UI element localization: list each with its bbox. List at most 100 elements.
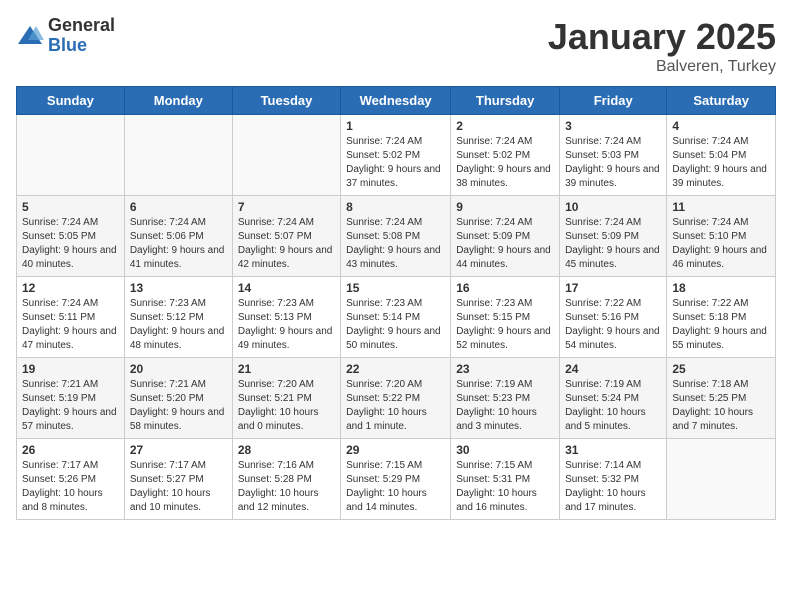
weekday-header-wednesday: Wednesday (341, 87, 451, 115)
day-number: 19 (22, 362, 119, 376)
weekday-header-tuesday: Tuesday (232, 87, 340, 115)
day-number: 11 (672, 200, 770, 214)
day-info: Sunrise: 7:23 AM Sunset: 5:14 PM Dayligh… (346, 298, 441, 351)
day-info: Sunrise: 7:24 AM Sunset: 5:05 PM Dayligh… (22, 217, 117, 270)
calendar-cell: 27Sunrise: 7:17 AM Sunset: 5:27 PM Dayli… (124, 439, 232, 520)
day-number: 30 (456, 443, 554, 457)
day-number: 9 (456, 200, 554, 214)
day-info: Sunrise: 7:24 AM Sunset: 5:07 PM Dayligh… (238, 217, 333, 270)
day-number: 3 (565, 119, 661, 133)
calendar-cell: 31 Sunrise: 7:14 AM Sunset: 5:32 PM Dayli… (560, 439, 667, 520)
page-header: General Blue January 2025 Balveren, Turk… (16, 16, 776, 76)
day-info: Sunrise: 7:23 AM Sunset: 5:15 PM Dayligh… (456, 298, 551, 351)
day-info: Sunrise: 7:24 AM Sunset: 5:03 PM Dayligh… (565, 136, 660, 189)
calendar-cell: 8 Sunrise: 7:24 AM Sunset: 5:08 PM Daylig… (341, 196, 451, 277)
calendar-week-2: 12Sunrise: 7:24 AM Sunset: 5:11 PM Dayli… (17, 277, 776, 358)
day-number: 23 (456, 362, 554, 376)
day-info: Sunrise: 7:24 AM Sunset: 5:08 PM Dayligh… (346, 217, 441, 270)
calendar-cell: 21 Sunrise: 7:20 AM Sunset: 5:21 PM Dayli… (232, 358, 340, 439)
calendar-cell: 2Sunrise: 7:24 AM Sunset: 5:02 PM Daylig… (451, 115, 560, 196)
calendar-cell: 18 Sunrise: 7:22 AM Sunset: 5:18 PM Dayli… (667, 277, 776, 358)
day-number: 14 (238, 281, 335, 295)
day-number: 2 (456, 119, 554, 133)
calendar-week-1: 5 Sunrise: 7:24 AM Sunset: 5:05 PM Daylig… (17, 196, 776, 277)
weekday-header-sunday: Sunday (17, 87, 125, 115)
calendar-cell: 12Sunrise: 7:24 AM Sunset: 5:11 PM Dayli… (17, 277, 125, 358)
calendar-cell (667, 439, 776, 520)
day-number: 1 (346, 119, 445, 133)
day-number: 5 (22, 200, 119, 214)
day-number: 28 (238, 443, 335, 457)
day-info: Sunrise: 7:24 AM Sunset: 5:10 PM Dayligh… (672, 217, 767, 270)
day-info: Sunrise: 7:19 AM Sunset: 5:24 PM Dayligh… (565, 379, 646, 432)
calendar-cell: 7 Sunrise: 7:24 AM Sunset: 5:07 PM Daylig… (232, 196, 340, 277)
calendar-cell: 23 Sunrise: 7:19 AM Sunset: 5:23 PM Dayli… (451, 358, 560, 439)
day-number: 8 (346, 200, 445, 214)
day-info: Sunrise: 7:14 AM Sunset: 5:32 PM Dayligh… (565, 460, 646, 513)
day-number: 26 (22, 443, 119, 457)
day-number: 7 (238, 200, 335, 214)
calendar-cell (17, 115, 125, 196)
day-number: 17 (565, 281, 661, 295)
calendar-cell: 9 Sunrise: 7:24 AM Sunset: 5:09 PM Daylig… (451, 196, 560, 277)
calendar-cell: 26 Sunrise: 7:17 AM Sunset: 5:26 PM Dayli… (17, 439, 125, 520)
day-info: Sunrise: 7:24 AM Sunset: 5:04 PM Dayligh… (672, 136, 767, 189)
calendar-cell: 5 Sunrise: 7:24 AM Sunset: 5:05 PM Daylig… (17, 196, 125, 277)
day-number: 25 (672, 362, 770, 376)
day-number: 4 (672, 119, 770, 133)
day-number: 29 (346, 443, 445, 457)
weekday-header-friday: Friday (560, 87, 667, 115)
day-info: Sunrise: 7:21 AM Sunset: 5:19 PM Dayligh… (22, 379, 117, 432)
calendar-cell: 25 Sunrise: 7:18 AM Sunset: 5:25 PM Dayli… (667, 358, 776, 439)
title-month: January 2025 (548, 16, 776, 58)
day-number: 21 (238, 362, 335, 376)
day-info: Sunrise: 7:19 AM Sunset: 5:23 PM Dayligh… (456, 379, 537, 432)
day-info: Sunrise: 7:18 AM Sunset: 5:25 PM Dayligh… (672, 379, 753, 432)
title-location: Balveren, Turkey (548, 58, 776, 76)
logo-general: General (48, 16, 115, 36)
day-info: Sunrise: 7:24 AM Sunset: 5:09 PM Dayligh… (565, 217, 660, 270)
day-info: Sunrise: 7:20 AM Sunset: 5:21 PM Dayligh… (238, 379, 319, 432)
day-info: Sunrise: 7:20 AM Sunset: 5:22 PM Dayligh… (346, 379, 427, 432)
calendar-week-3: 19 Sunrise: 7:21 AM Sunset: 5:19 PM Dayli… (17, 358, 776, 439)
calendar-cell: 11 Sunrise: 7:24 AM Sunset: 5:10 PM Dayli… (667, 196, 776, 277)
calendar-cell: 10 Sunrise: 7:24 AM Sunset: 5:09 PM Dayli… (560, 196, 667, 277)
day-number: 18 (672, 281, 770, 295)
day-number: 10 (565, 200, 661, 214)
day-number: 16 (456, 281, 554, 295)
logo-blue: Blue (48, 36, 115, 56)
day-info: Sunrise: 7:17 AM Sunset: 5:26 PM Dayligh… (22, 460, 103, 513)
calendar-cell: 4 Sunrise: 7:24 AM Sunset: 5:04 PM Daylig… (667, 115, 776, 196)
calendar-week-4: 26 Sunrise: 7:17 AM Sunset: 5:26 PM Dayli… (17, 439, 776, 520)
day-number: 22 (346, 362, 445, 376)
day-info: Sunrise: 7:21 AM Sunset: 5:20 PM Dayligh… (130, 379, 225, 432)
day-number: 12 (22, 281, 119, 295)
calendar-week-0: 1Sunrise: 7:24 AM Sunset: 5:02 PM Daylig… (17, 115, 776, 196)
calendar-cell: 6Sunrise: 7:24 AM Sunset: 5:06 PM Daylig… (124, 196, 232, 277)
day-info: Sunrise: 7:24 AM Sunset: 5:09 PM Dayligh… (456, 217, 551, 270)
weekday-header-row: SundayMondayTuesdayWednesdayThursdayFrid… (17, 87, 776, 115)
calendar-cell: 17Sunrise: 7:22 AM Sunset: 5:16 PM Dayli… (560, 277, 667, 358)
day-info: Sunrise: 7:23 AM Sunset: 5:12 PM Dayligh… (130, 298, 225, 351)
day-number: 13 (130, 281, 227, 295)
logo: General Blue (16, 16, 115, 56)
calendar-cell (232, 115, 340, 196)
calendar-cell: 3 Sunrise: 7:24 AM Sunset: 5:03 PM Daylig… (560, 115, 667, 196)
title-block: January 2025 Balveren, Turkey (548, 16, 776, 76)
day-number: 27 (130, 443, 227, 457)
weekday-header-saturday: Saturday (667, 87, 776, 115)
logo-text: General Blue (48, 16, 115, 56)
logo-icon (16, 22, 44, 50)
calendar-cell: 24 Sunrise: 7:19 AM Sunset: 5:24 PM Dayli… (560, 358, 667, 439)
day-info: Sunrise: 7:22 AM Sunset: 5:18 PM Dayligh… (672, 298, 767, 351)
weekday-header-thursday: Thursday (451, 87, 560, 115)
calendar-cell: 20 Sunrise: 7:21 AM Sunset: 5:20 PM Dayli… (124, 358, 232, 439)
day-number: 20 (130, 362, 227, 376)
day-info: Sunrise: 7:23 AM Sunset: 5:13 PM Dayligh… (238, 298, 333, 351)
calendar-cell: 1Sunrise: 7:24 AM Sunset: 5:02 PM Daylig… (341, 115, 451, 196)
calendar-cell (124, 115, 232, 196)
day-number: 31 (565, 443, 661, 457)
day-number: 24 (565, 362, 661, 376)
calendar-cell: 28Sunrise: 7:16 AM Sunset: 5:28 PM Dayli… (232, 439, 340, 520)
calendar-cell: 15Sunrise: 7:23 AM Sunset: 5:14 PM Dayli… (341, 277, 451, 358)
